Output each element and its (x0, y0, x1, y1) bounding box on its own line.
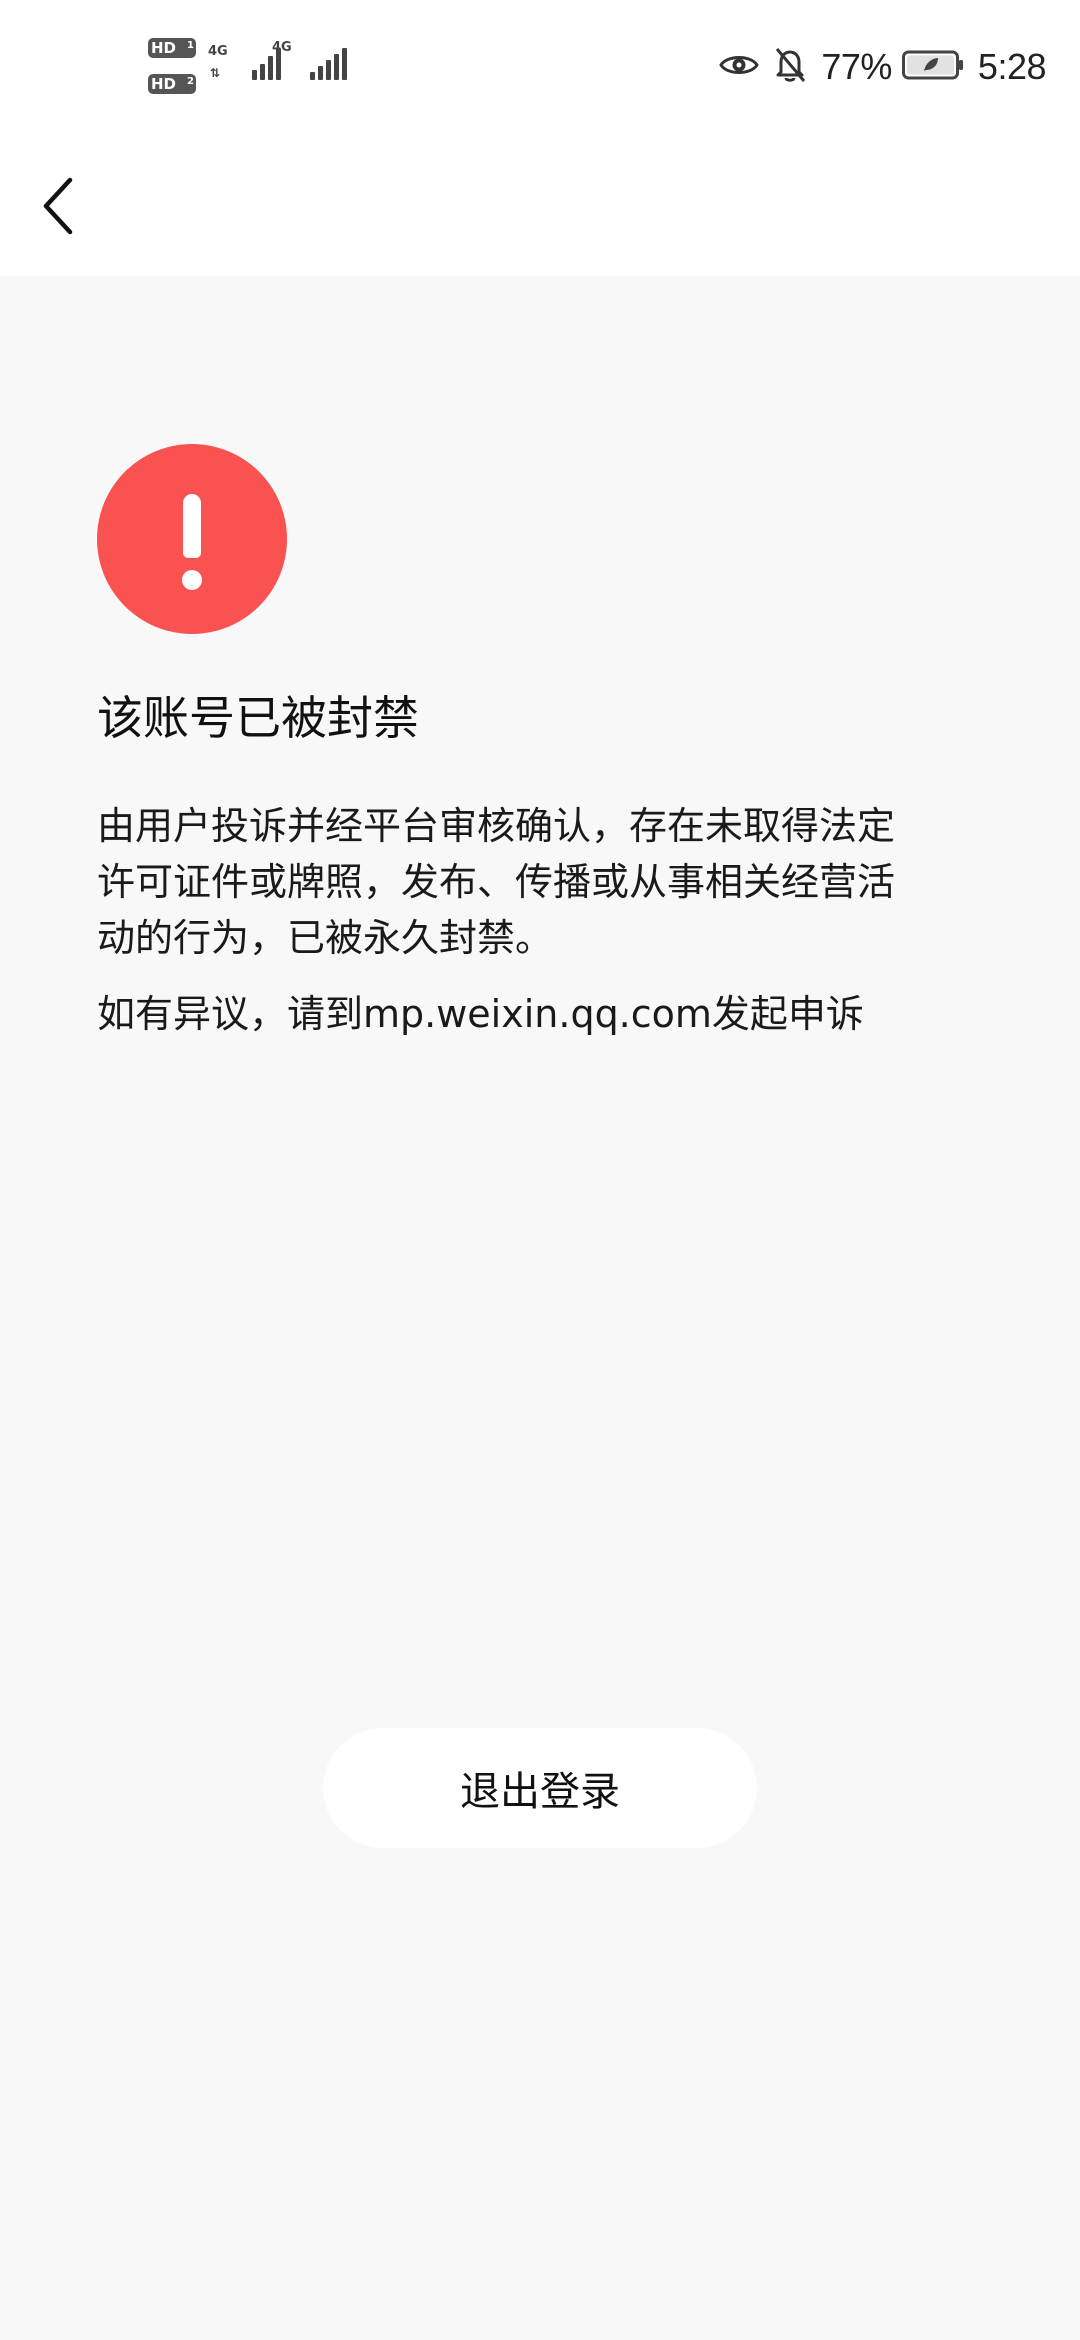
logout-button[interactable]: 退出登录 (323, 1728, 757, 1848)
ban-reason-line: 许可证件或牌照，发布、传播或从事相关经营活 (97, 860, 896, 904)
navigation-header (0, 130, 1080, 276)
status-bar: HD 1 HD 2 4G ⇅ 4G 77% 5:28 (0, 0, 1080, 130)
sim-indicators: HD 1 HD 2 4G ⇅ 4G (148, 38, 347, 98)
account-banned-screen: HD 1 HD 2 4G ⇅ 4G 77% 5:28 该账号已被封禁 由用户投诉… (0, 0, 1080, 2340)
ban-reason-line: 由用户投诉并经平台审核确认，存在未取得法定 (97, 804, 896, 848)
signal-strength-icon (296, 46, 347, 80)
ban-reason-line: 动的行为，已被永久封禁。 (97, 916, 554, 960)
battery-percentage: 77% (821, 46, 892, 87)
status-right-group: 77% 5:28 (719, 38, 1047, 96)
network-type-sim2: 4G (272, 40, 292, 55)
hd-volte-badge-sim2: HD 2 (148, 74, 196, 94)
data-activity-icon: ⇅ (210, 66, 221, 80)
hd-volte-badge-sim1: HD 1 (148, 38, 196, 58)
ban-reason-text: 由用户投诉并经平台审核确认，存在未取得法定 许可证件或牌照，发布、传播或从事相关… (97, 798, 997, 966)
main-content: 该账号已被封禁 由用户投诉并经平台审核确认，存在未取得法定 许可证件或牌照，发布… (0, 276, 1080, 2340)
eye-icon (719, 51, 760, 83)
bell-muted-icon (773, 46, 807, 88)
network-type-sim1: 4G (208, 44, 228, 59)
warning-exclamation-icon (97, 444, 287, 634)
back-button[interactable] (30, 158, 90, 238)
clock: 5:28 (977, 46, 1047, 87)
battery-saver-icon (901, 50, 964, 84)
appeal-instructions: 如有异议，请到mp.weixin.qq.com发起申诉 (97, 992, 864, 1036)
page-title: 该账号已被封禁 (97, 691, 419, 745)
chevron-left-icon (43, 177, 73, 235)
